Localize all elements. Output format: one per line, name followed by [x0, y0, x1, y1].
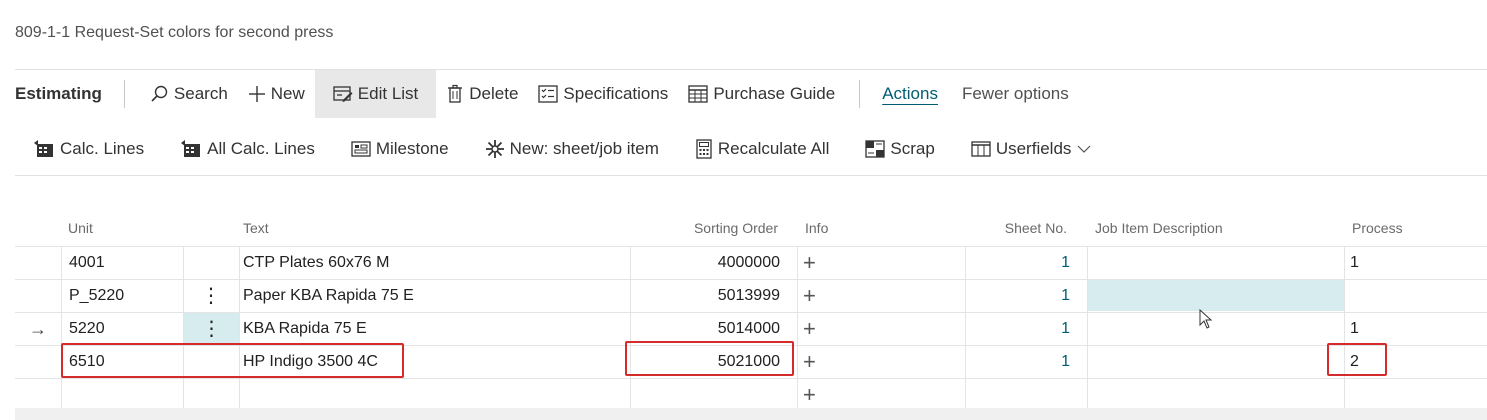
calc-lines-label: Calc. Lines [60, 139, 145, 158]
all-calc-lines-icon [180, 139, 202, 159]
info-plus-icon[interactable]: + [803, 247, 816, 279]
all-calc-lines-button[interactable]: All Calc. Lines [162, 127, 333, 171]
column-header-process[interactable]: Process [1352, 220, 1403, 236]
lines-grid: Unit Text Sorting Order Info Sheet No. J… [15, 212, 1487, 412]
all-calc-lines-label: All Calc. Lines [207, 139, 315, 158]
table-icon [688, 85, 708, 103]
new-sheet-job-item-label: New: sheet/job item [509, 139, 659, 158]
annotation-box-unit-text [61, 343, 404, 378]
grid-footer [15, 408, 1487, 420]
cell-sheet-no[interactable]: 1 [965, 247, 1070, 279]
column-header-unit[interactable]: Unit [68, 220, 93, 236]
table-row[interactable]: 4001 CTP Plates 60x76 M 4000000 + 1 1 [15, 246, 1487, 279]
row-menu-icon[interactable]: ⋮ [184, 313, 239, 345]
calc-lines-button[interactable]: Calc. Lines [15, 127, 162, 171]
search-label: Search [173, 84, 228, 103]
new-button[interactable]: New [238, 70, 315, 118]
cell-text[interactable]: Paper KBA Rapida 75 E [243, 280, 414, 312]
current-row-arrow-icon: → [29, 319, 47, 339]
specifications-button[interactable]: Specifications [528, 70, 678, 118]
edit-list-icon [333, 85, 353, 103]
userfields-button[interactable]: Userfields [953, 127, 1115, 171]
annotation-box-sorting-order [625, 341, 794, 376]
info-plus-icon[interactable]: + [803, 379, 816, 411]
cell-text[interactable]: KBA Rapida 75 E [243, 313, 367, 345]
cell-sorting-order[interactable]: 4000000 [630, 247, 780, 279]
checklist-icon [538, 85, 559, 103]
column-header-job-item-description[interactable]: Job Item Description [1095, 220, 1223, 236]
separator [859, 80, 861, 108]
info-plus-icon[interactable]: + [803, 346, 816, 378]
row-menu-icon[interactable]: ⋮ [183, 280, 239, 312]
grid-header: Unit Text Sorting Order Info Sheet No. J… [15, 212, 1487, 246]
table-row-empty[interactable]: + [15, 378, 1487, 412]
recalculate-all-button[interactable]: Recalculate All [677, 127, 848, 171]
action-bar-primary: Estimating Search New Edit List Delete S… [15, 70, 1079, 118]
cell-job-item-description-selected[interactable] [1088, 280, 1344, 311]
cell-sorting-order[interactable]: 5013999 [630, 280, 780, 312]
page-title: 809-1-1 Request-Set colors for second pr… [15, 24, 334, 41]
delete-button[interactable]: Delete [436, 70, 528, 118]
table-row[interactable]: P_5220 ⋮ Paper KBA Rapida 75 E 5013999 +… [15, 279, 1487, 312]
separator [123, 80, 125, 108]
milestone-icon [351, 140, 371, 158]
cell-sheet-no[interactable]: 1 [965, 280, 1070, 312]
cell-sheet-no[interactable]: 1 [965, 346, 1070, 378]
cell-process[interactable]: 1 [1350, 313, 1359, 345]
cell-unit[interactable]: 5220 [69, 313, 105, 345]
recalculate-all-label: Recalculate All [717, 139, 830, 158]
cell-sheet-no[interactable]: 1 [965, 313, 1070, 345]
scrap-label: Scrap [890, 139, 935, 158]
scrap-button[interactable]: Scrap [847, 127, 952, 171]
column-header-info[interactable]: Info [805, 220, 828, 236]
fewer-options-button[interactable]: Fewer options [948, 70, 1079, 118]
column-header-text[interactable]: Text [243, 220, 269, 236]
info-plus-icon[interactable]: + [803, 280, 816, 312]
cell-unit[interactable]: P_5220 [69, 280, 124, 312]
search-icon [149, 84, 169, 104]
milestone-label: Milestone [375, 139, 449, 158]
milestone-button[interactable]: Milestone [333, 127, 467, 171]
chevron-down-icon [1077, 144, 1091, 154]
new-sheet-job-item-button[interactable]: New: sheet/job item [467, 127, 677, 171]
columns-icon [971, 140, 991, 158]
annotation-box-process [1327, 343, 1387, 376]
specifications-label: Specifications [563, 84, 669, 103]
search-button[interactable]: Search [139, 70, 238, 118]
plus-icon [248, 85, 266, 103]
column-header-sheet-no[interactable]: Sheet No. [967, 220, 1067, 236]
cell-process[interactable]: 1 [1350, 247, 1359, 279]
calculator-icon [695, 139, 713, 159]
scrap-icon [865, 140, 886, 158]
cell-text[interactable]: CTP Plates 60x76 M [243, 247, 389, 279]
delete-label: Delete [469, 84, 519, 103]
info-plus-icon[interactable]: + [803, 313, 816, 345]
userfields-label: Userfields [995, 139, 1072, 158]
column-header-sorting-order[interactable]: Sorting Order [630, 220, 778, 236]
purchase-guide-label: Purchase Guide [713, 84, 836, 103]
calc-lines-icon [33, 139, 55, 159]
new-label: New [270, 84, 305, 103]
divider [15, 175, 1487, 176]
cell-unit[interactable]: 4001 [69, 247, 105, 279]
actions-tab[interactable]: Actions [872, 70, 948, 118]
section-estimating[interactable]: Estimating [15, 84, 122, 104]
sparkle-icon [485, 139, 505, 159]
edit-list-button[interactable]: Edit List [314, 70, 437, 118]
edit-list-label: Edit List [357, 84, 419, 103]
mouse-cursor-icon [1199, 308, 1213, 341]
action-bar-secondary: Calc. Lines All Calc. Lines Milestone Ne… [15, 127, 1114, 171]
purchase-guide-button[interactable]: Purchase Guide [678, 70, 845, 118]
trash-icon [446, 84, 464, 104]
